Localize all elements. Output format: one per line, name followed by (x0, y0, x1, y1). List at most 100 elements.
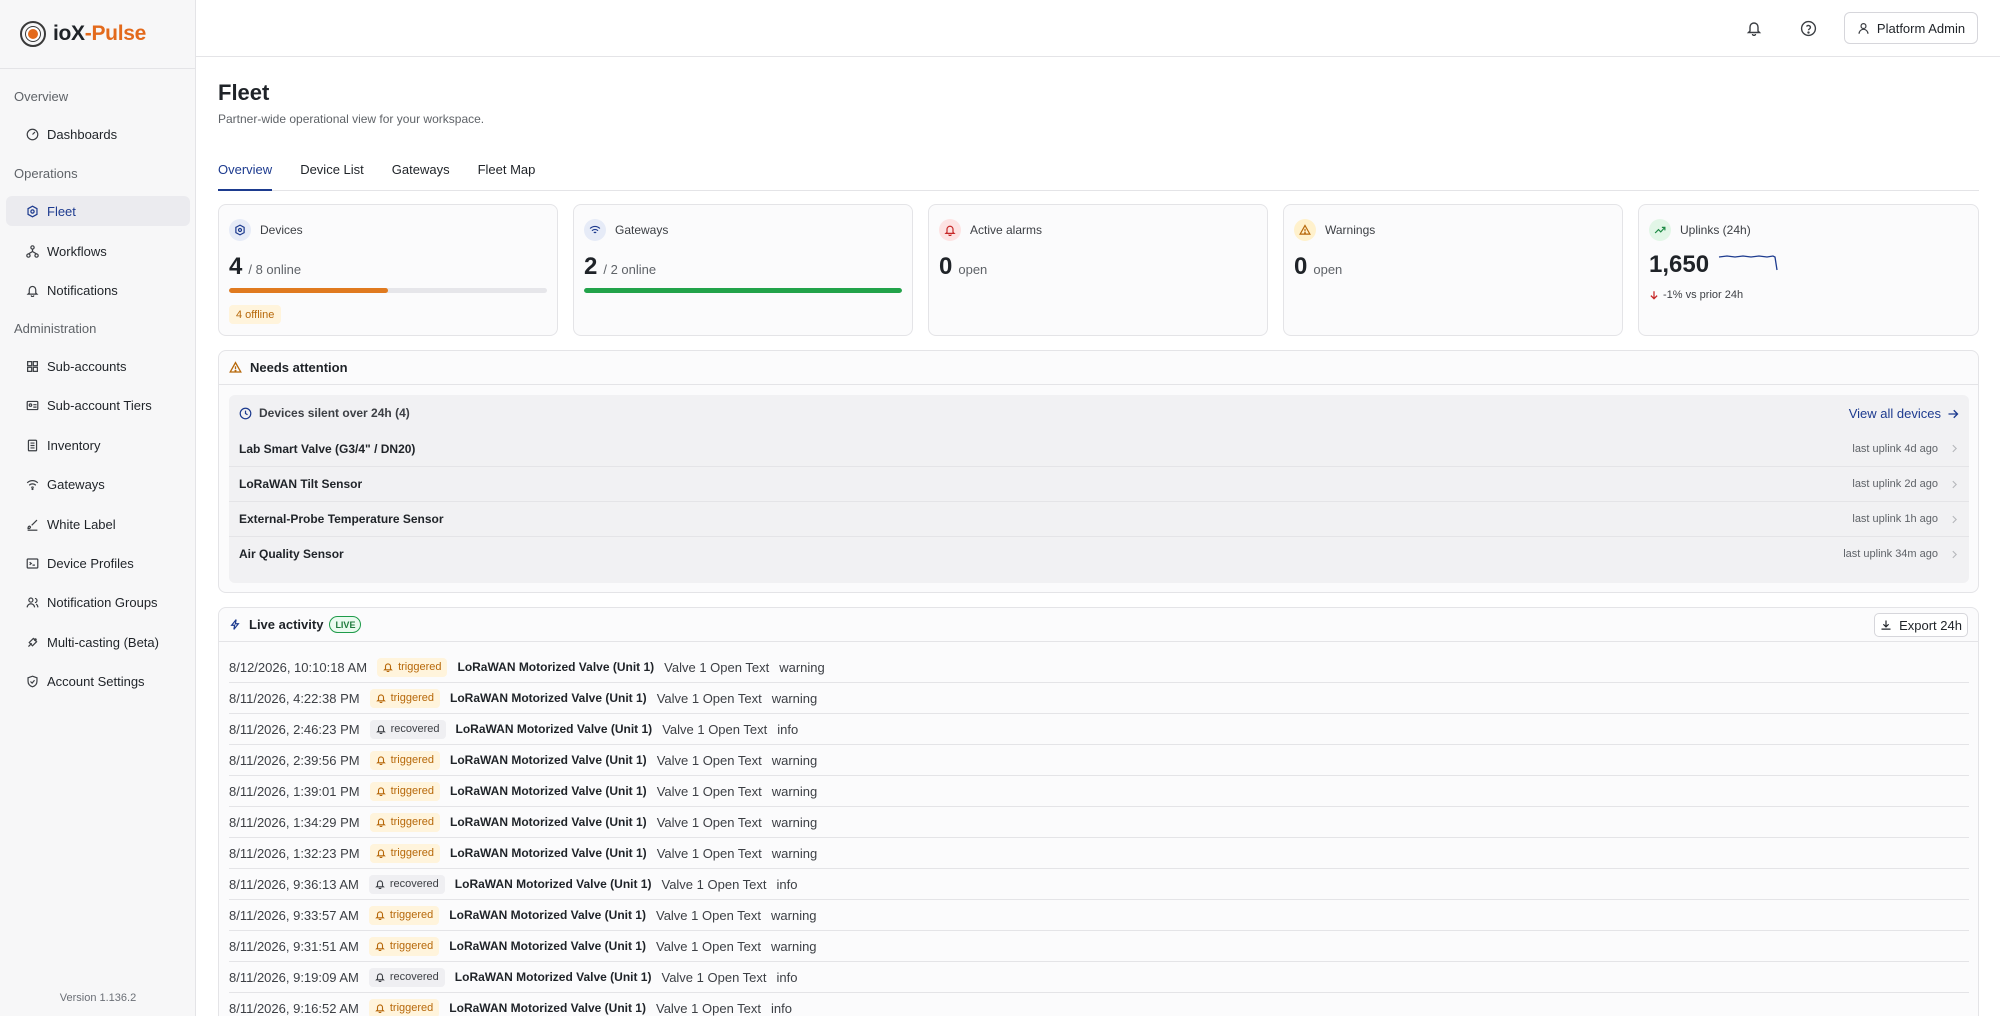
logo[interactable]: ioX-Pulse (0, 0, 195, 69)
user-menu-button[interactable]: Platform Admin (1844, 12, 1978, 44)
activity-row[interactable]: 8/11/2026, 1:39:01 PM triggered LoRaWAN Mo… (229, 776, 1969, 807)
sidebar-item-workflows[interactable]: Workflows (6, 236, 190, 266)
activity-device: LoRaWAN Motorized Valve (Unit 1) (449, 1001, 646, 1015)
sidebar-item-account-settings[interactable]: Account Settings (6, 666, 190, 696)
activity-row[interactable]: 8/11/2026, 2:39:56 PM triggered LoRaWAN Mo… (229, 745, 1969, 776)
activity-list: 8/12/2026, 10:10:18 AM triggered LoRaWAN M… (229, 652, 1969, 1016)
arrow-right-icon (1947, 408, 1959, 420)
activity-time: 8/12/2026, 10:10:18 AM (229, 659, 368, 675)
gateways-card[interactable]: Gateways 2 / 2 online (573, 204, 913, 336)
activity-message: Valve 1 Open Text (656, 783, 762, 799)
activity-message: Valve 1 Open Text (662, 721, 768, 737)
activity-status-pill: triggered (368, 936, 440, 956)
activity-time: 8/11/2026, 9:19:09 AM (229, 969, 359, 985)
arrow-down-icon (1649, 290, 1659, 300)
bolt-icon (229, 618, 241, 631)
activity-row[interactable]: 8/12/2026, 10:10:18 AM triggered LoRaWAN M… (229, 652, 1969, 683)
activity-status-pill: recovered (368, 874, 445, 894)
tab-overview[interactable]: Overview (218, 158, 273, 191)
help-icon[interactable] (1797, 17, 1819, 39)
activity-device: LoRaWAN Motorized Valve (Unit 1) (454, 877, 652, 891)
devices-online-bar (229, 288, 547, 293)
sidebar-item-sub-accounts[interactable]: Sub-accounts (6, 351, 190, 381)
tab-fleet-map[interactable]: Fleet Map (478, 158, 536, 191)
tab-device-list[interactable]: Device List (300, 158, 364, 191)
activity-time: 8/11/2026, 2:39:56 PM (229, 752, 360, 768)
activity-time: 8/11/2026, 1:34:29 PM (229, 814, 360, 830)
view-all-devices-link[interactable]: View all devices (1849, 406, 1959, 421)
sidebar-item-sub-account-tiers[interactable]: Sub-account Tiers (6, 390, 190, 420)
activity-device: LoRaWAN Motorized Valve (Unit 1) (450, 784, 647, 798)
warnings-card[interactable]: Warnings 0 open (1283, 204, 1623, 336)
active-alarms-card[interactable]: Active alarms 0 open (928, 204, 1268, 336)
activity-row[interactable]: 8/11/2026, 4:22:38 PM triggered LoRaWAN Mo… (229, 683, 1969, 714)
activity-status-pill: recovered (369, 719, 446, 739)
activity-severity: warning (779, 659, 825, 675)
silent-device-row[interactable]: External-Probe Temperature Sensor last up… (229, 501, 1969, 536)
silent-device-row[interactable]: Lab Smart Valve (G3/4" / DN20) last uplin… (229, 431, 1969, 466)
activity-row[interactable]: 8/11/2026, 9:33:57 AM triggered LoRaWAN Mo… (229, 900, 1969, 931)
silent-device-last-uplink: last uplink 4d ago (1852, 442, 1938, 455)
gauge-icon (25, 127, 39, 141)
sidebar-item-fleet[interactable]: Fleet (6, 196, 190, 226)
bell-icon (375, 724, 386, 734)
sidebar-item-notification-groups[interactable]: Notification Groups (6, 587, 190, 617)
activity-status-pill: recovered (368, 967, 445, 987)
users-icon (25, 595, 39, 609)
devices-card[interactable]: Devices 4 / 8 online 4 offline (218, 204, 558, 336)
activity-message: Valve 1 Open Text (656, 814, 762, 830)
silent-device-row[interactable]: Air Quality Sensor last uplink 34m ago (229, 536, 1969, 571)
activity-status-pill: triggered (377, 657, 448, 677)
activity-row[interactable]: 8/11/2026, 2:46:23 PM recovered LoRaWAN Mo… (229, 714, 1969, 745)
activity-row[interactable]: 8/11/2026, 9:16:52 AM triggered LoRaWAN Mo… (229, 993, 1969, 1016)
fleet-icon (229, 219, 251, 241)
activity-device: LoRaWAN Motorized Valve (Unit 1) (455, 722, 653, 736)
bell-icon (375, 786, 386, 796)
inventory-icon (25, 438, 39, 452)
activity-status-pill: triggered (369, 750, 440, 770)
activity-device: LoRaWAN Motorized Valve (Unit 1) (449, 908, 646, 922)
silent-device-row[interactable]: LoRaWAN Tilt Sensor last uplink 2d ago (229, 466, 1969, 501)
silent-devices-box: Devices silent over 24h (4) View all dev… (229, 395, 1969, 583)
download-icon (1880, 619, 1892, 631)
silent-device-name: External-Probe Temperature Sensor (239, 512, 444, 526)
silent-device-name: LoRaWAN Tilt Sensor (239, 477, 363, 491)
trending-up-icon (1649, 219, 1671, 241)
activity-message: Valve 1 Open Text (655, 1000, 762, 1016)
sidebar-item-device-profiles[interactable]: Device Profiles (6, 548, 190, 578)
sidebar-item-notifications[interactable]: Notifications (6, 275, 190, 305)
clock-icon (239, 407, 252, 420)
activity-message: Valve 1 Open Text (664, 659, 770, 675)
devices-online: / 8 online (248, 262, 302, 277)
activity-message: Valve 1 Open Text (655, 907, 762, 923)
activity-severity: warning (771, 845, 818, 861)
uplinks-card[interactable]: Uplinks (24h) 1,650 -1% vs prior 24h (1638, 204, 1979, 336)
activity-severity: info (777, 721, 799, 737)
tab-gateways[interactable]: Gateways (392, 158, 450, 191)
activity-row[interactable]: 8/11/2026, 9:19:09 AM recovered LoRaWAN Mo… (229, 962, 1969, 993)
alarms-card-title: Active alarms (970, 223, 1043, 237)
activity-time: 8/11/2026, 9:33:57 AM (229, 907, 359, 923)
chevron-right-icon (1950, 480, 1959, 489)
gateways-card-title: Gateways (615, 223, 669, 237)
activity-row[interactable]: 8/11/2026, 9:31:51 AM triggered LoRaWAN Mo… (229, 931, 1969, 962)
nav-section-operations: Operations (14, 165, 78, 181)
sidebar-item-multi-casting[interactable]: Multi-casting (Beta) (6, 627, 190, 657)
uplinks-card-title: Uplinks (24h) (1680, 223, 1751, 237)
sidebar-item-gateways[interactable]: Gateways (6, 469, 190, 499)
sidebar-item-inventory[interactable]: Inventory (6, 430, 190, 460)
activity-message: Valve 1 Open Text (656, 690, 762, 706)
notifications-bell-icon[interactable] (1743, 17, 1765, 39)
sidebar-item-dashboards[interactable]: Dashboards (6, 119, 190, 149)
export-24h-button[interactable]: Export 24h (1874, 613, 1968, 637)
activity-row[interactable]: 8/11/2026, 9:36:13 AM recovered LoRaWAN Mo… (229, 869, 1969, 900)
live-activity-panel: Live activity LIVE Export 24h 8/12/2026,… (218, 607, 1979, 1016)
bell-icon (375, 693, 386, 703)
activity-row[interactable]: 8/11/2026, 1:34:29 PM triggered LoRaWAN Mo… (229, 807, 1969, 838)
activity-row[interactable]: 8/11/2026, 1:32:23 PM triggered LoRaWAN Mo… (229, 838, 1969, 869)
silent-devices-title: Devices silent over 24h (4) (259, 406, 410, 420)
activity-time: 8/11/2026, 2:46:23 PM (229, 721, 360, 737)
sidebar-item-white-label[interactable]: White Label (6, 509, 190, 539)
live-activity-title: Live activity (249, 617, 324, 632)
activity-device: LoRaWAN Motorized Valve (Unit 1) (449, 939, 646, 953)
